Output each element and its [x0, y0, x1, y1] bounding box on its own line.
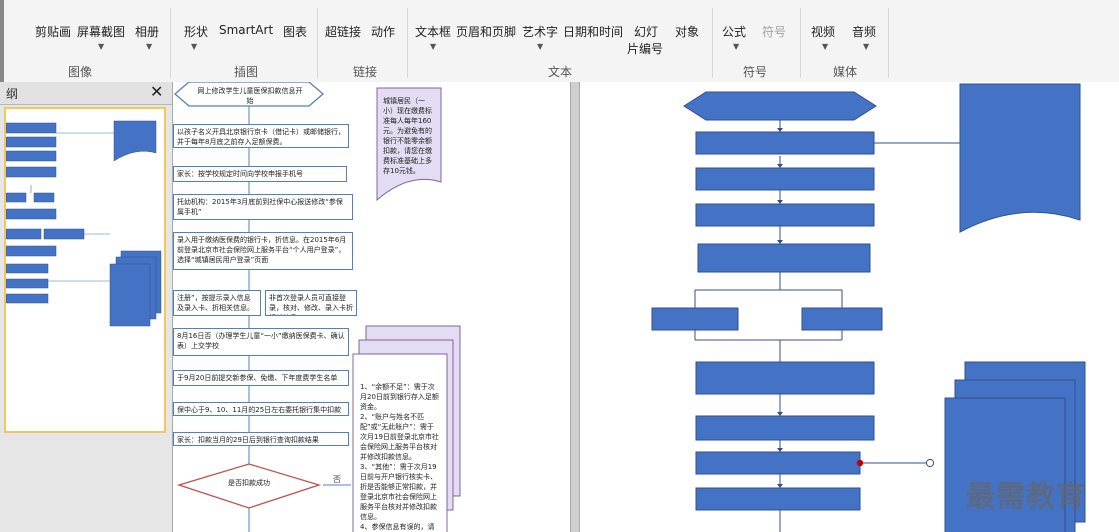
panel-title: 纲: [6, 87, 19, 101]
symbol-button[interactable]: 符号: [762, 23, 786, 40]
flow-step-2: 家长：按学校规定时间向学校申报手机号: [173, 166, 347, 182]
flow-decision-label: 是否扣款成功: [228, 479, 270, 487]
photo-album-button[interactable]: 相册: [135, 23, 159, 40]
chevron-down-icon[interactable]: ▼: [191, 42, 197, 51]
group-divider: [800, 8, 801, 78]
watermark-logo: 最需教育: [966, 479, 1087, 513]
clipart-button[interactable]: 剪贴画: [35, 23, 71, 40]
object-button[interactable]: 对象: [675, 23, 699, 40]
slide-thumbnail[interactable]: [4, 107, 166, 433]
screenshot-button[interactable]: 屏幕截图: [77, 23, 125, 40]
panel-header: 纲 ✕: [0, 82, 172, 105]
group-links: 链接: [353, 65, 378, 79]
diagram-shapes: [651, 83, 1086, 532]
group-divider: [888, 8, 889, 78]
group-divider: [712, 8, 713, 78]
smartart-button[interactable]: SmartArt: [219, 23, 273, 37]
header-footer-button[interactable]: 页眉和页脚: [456, 23, 516, 40]
chevron-down-icon[interactable]: ▼: [146, 42, 152, 51]
hyperlink-button[interactable]: 超链接: [325, 23, 361, 40]
flow-step-5: 注册”，按提示录入信息及录入卡、折相关信息。: [173, 290, 261, 316]
equation-button[interactable]: 公式: [722, 23, 746, 40]
chart-button[interactable]: 图表: [283, 23, 307, 40]
chevron-down-icon[interactable]: ▼: [430, 42, 436, 51]
flow-step-7: 8月16日否（办理学生儿童“一小”缴纳医保费卡、确认表）上交学校: [173, 328, 349, 356]
group-images: 图像: [68, 65, 93, 79]
group-divider: [170, 8, 171, 78]
pane-splitter[interactable]: [570, 82, 580, 532]
flow-step-10: 家长：扣款当月的29日后到银行查询扣款结果: [173, 432, 349, 446]
shapes-button[interactable]: 形状: [184, 23, 208, 40]
chevron-down-icon[interactable]: ▼: [822, 42, 828, 51]
chevron-down-icon[interactable]: ▼: [537, 42, 543, 51]
chevron-down-icon[interactable]: ▼: [98, 42, 104, 51]
group-symbols: 符号: [743, 65, 768, 79]
slide-canvas-right[interactable]: [580, 82, 1119, 532]
flow-step-8: 于9月20日前提交新参保、免缴、下年度费学生名单: [173, 370, 349, 386]
date-time-button[interactable]: 日期和时间: [563, 23, 623, 40]
flow-step-6: 非首次登录人员可直接登录，核对、修改、录入卡折相关信息。: [265, 290, 357, 316]
flow-step-1: 以孩子名义开具北京银行京卡（借记卡）或邮储银行，并于每年8月底之前存入足额保费。: [173, 124, 349, 148]
flow-note-failure: 1、“余额不足”：需于次月20日前到银行存入足额资金。 2、“账户与姓名不匹配”…: [360, 383, 439, 531]
flow-note-fee: 城镇居民（一小）现在缴费标准每人每年160元。为避免有的银行不能零余额扣款，请您…: [383, 97, 432, 175]
flow-no-label: 否: [333, 475, 341, 484]
flow-step-3: 托幼机构：2015年3月底前到社保中心报送修改“参保属手机”: [173, 194, 353, 220]
chevron-down-icon[interactable]: ▼: [863, 42, 869, 51]
ribbon-insert-tab: 剪贴画 屏幕截图 ▼ 相册 ▼ 图像 形状 ▼ SmartArt 图表 插图 超…: [0, 0, 1119, 83]
action-button[interactable]: 动作: [371, 23, 395, 40]
group-media: 媒体: [833, 65, 858, 79]
slides-outline-panel: 纲 ✕: [0, 82, 173, 532]
group-divider: [317, 8, 318, 78]
close-icon[interactable]: ✕: [150, 82, 163, 101]
ribbon-left-edge: [0, 0, 4, 82]
video-button[interactable]: 视频: [811, 23, 835, 40]
group-illustrations: 插图: [234, 65, 259, 79]
thumbnail-flowchart: [6, 120, 162, 327]
group-text: 文本: [548, 65, 573, 79]
group-divider: [407, 8, 408, 78]
slide-number-button-line2[interactable]: 片编号: [627, 40, 663, 57]
chevron-down-icon[interactable]: ▼: [733, 42, 739, 51]
wordart-button[interactable]: 艺术字: [522, 23, 558, 40]
flow-step-4: 录入用于缴纳医保费的银行卡，折信息。在2015年6月前登录北京市社会保险网上服务…: [173, 232, 353, 270]
flow-start-label: 网上修改学生儿童医保扣款信息开始: [197, 87, 303, 105]
textbox-button[interactable]: 文本框: [415, 23, 451, 40]
flow-step-9: 保中心于9、10、11月的25日左右委托银行集中扣款: [173, 402, 349, 416]
audio-button[interactable]: 音频: [852, 23, 876, 40]
slide-canvas-left[interactable]: 网上修改学生儿童医保扣款信息开始 以孩子名义开具北京银行京卡（借记卡）或邮储银行…: [173, 82, 570, 532]
slide-number-button[interactable]: 幻灯: [634, 23, 658, 40]
